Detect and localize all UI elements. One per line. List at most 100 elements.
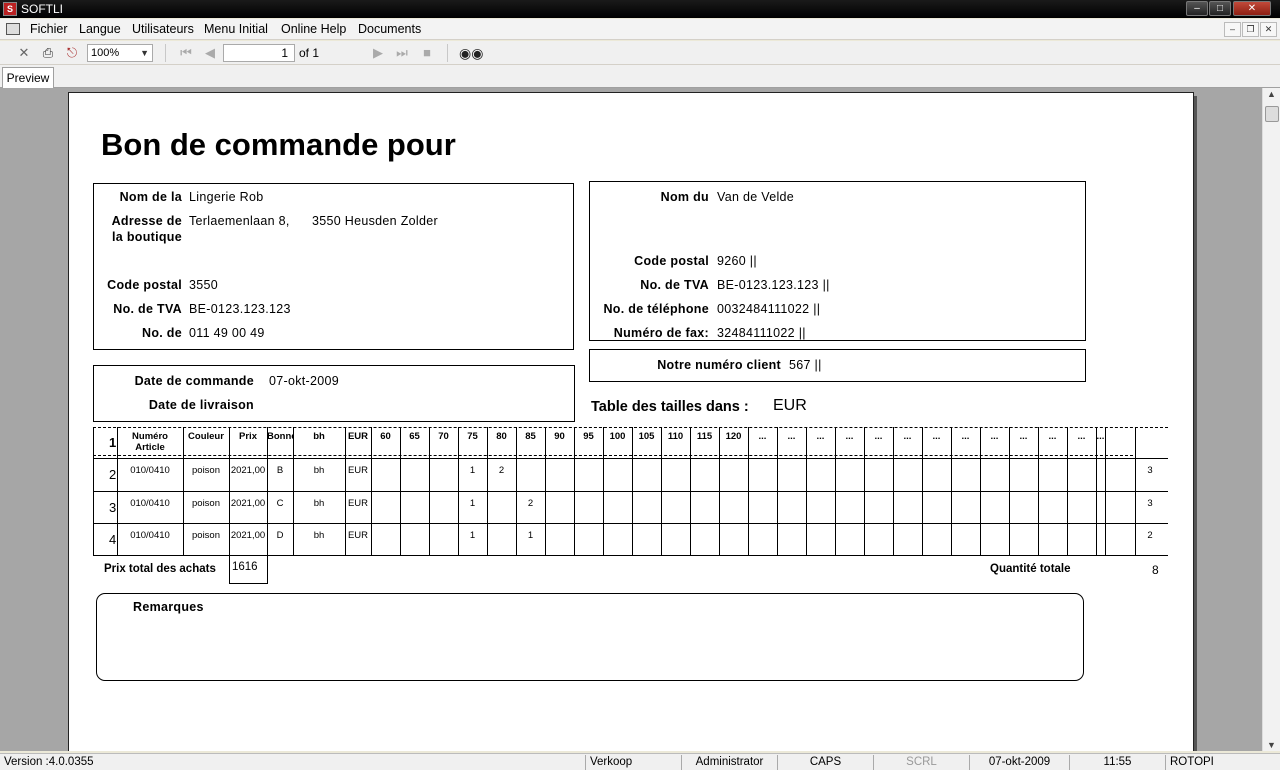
grid-cell: B [276, 465, 284, 476]
menu-utilisateurs[interactable]: Utilisateurs [132, 22, 194, 36]
supplier-vat-value: BE-0123.123.123 || [717, 278, 830, 292]
window-title: SOFTLI [21, 2, 64, 16]
grid-header-cell: Couleur [188, 431, 224, 442]
grid-header-cell: 100 [609, 431, 626, 442]
supplier-fax-label: Numéro de fax: [613, 326, 709, 340]
page-number-input[interactable]: 1 [223, 44, 295, 62]
supplier-fax-value: 32484111022 || [717, 326, 806, 340]
grid-cell: EUR [347, 465, 369, 476]
shop-postal-label: Code postal [107, 278, 182, 292]
client-number-value: 567 || [789, 358, 822, 372]
binoculars-icon[interactable]: ◉◉ [459, 44, 483, 62]
prev-page-icon[interactable]: ◀ [201, 44, 219, 62]
grid-cell: bh [313, 530, 325, 541]
vertical-scrollbar[interactable]: ▲ ▼ [1262, 88, 1280, 751]
grid-col-line [93, 427, 94, 555]
menu-langue[interactable]: Langue [79, 22, 121, 36]
shop-info-box: Nom de la Lingerie Rob Adresse de la bou… [93, 183, 574, 350]
status-time: 11:55 [1069, 755, 1165, 770]
first-page-icon[interactable]: ⏮ [177, 44, 195, 62]
chevron-down-icon: ▼ [140, 48, 149, 58]
grid-row-total: 3 [1147, 465, 1153, 476]
grid-cell: C [276, 498, 284, 509]
grid-cell: bh [313, 465, 325, 476]
grid-header-cell: 105 [638, 431, 655, 442]
scroll-down-icon[interactable]: ▼ [1267, 740, 1276, 750]
grid-size-quantity: 1 [469, 530, 476, 541]
page-count-label: of 1 [299, 46, 320, 60]
status-date: 07-okt-2009 [969, 755, 1069, 770]
supplier-info-box: Nom du Van de Velde Code postal 9260 || … [589, 181, 1086, 341]
grid-cell: 2021,00 [230, 465, 266, 476]
status-scrl: SCRL [873, 755, 969, 770]
document-title: Bon de commande pour [101, 127, 456, 162]
menu-initial[interactable]: Menu Initial [204, 22, 268, 36]
grid-header-cell: 115 [696, 431, 713, 442]
print-icon[interactable]: ⎙ [39, 44, 57, 62]
next-page-icon[interactable]: ▶ [369, 44, 387, 62]
close-icon[interactable]: ✕ [1233, 1, 1271, 16]
version-label: Version :4.0.0355 [4, 756, 94, 768]
grid-cell: poison [192, 498, 220, 509]
grid-header-cell: 70 [438, 431, 449, 442]
order-dates-box: Date de commande 07-okt-2009 Date de liv… [93, 365, 575, 422]
close-icon[interactable]: ✕ [15, 44, 33, 62]
grid-header-cell: ... [874, 431, 883, 442]
shop-phone-label: No. de [142, 326, 182, 340]
grid-row-line [93, 491, 1168, 492]
system-menu-icon[interactable] [6, 23, 20, 35]
supplier-name-value: Van de Velde [717, 190, 795, 204]
tab-preview[interactable]: Preview [2, 67, 54, 89]
zoom-select[interactable]: 100% ▼ [87, 44, 153, 62]
grid-cell: EUR [347, 498, 369, 509]
scroll-up-icon[interactable]: ▲ [1267, 89, 1276, 99]
maximize-icon[interactable]: □ [1209, 1, 1231, 16]
export-icon[interactable]: ⎋ [63, 44, 81, 62]
menu-bar: Fichier Langue Utilisateurs Menu Initial… [0, 19, 1280, 40]
grid-cell: poison [192, 465, 220, 476]
shop-address-label-2: la boutique [112, 230, 182, 244]
mdi-restore-icon[interactable]: ❐ [1242, 22, 1259, 37]
mdi-minimize-icon[interactable]: – [1224, 22, 1241, 37]
scroll-thumb[interactable] [1265, 106, 1279, 122]
menu-online-help[interactable]: Online Help [281, 22, 346, 36]
toolbar-divider [165, 44, 166, 62]
shop-vat-label: No. de TVA [113, 302, 182, 316]
order-grid: 1 Numéro Article Couleur Prix Bonnet bh EUR 60 6… [93, 427, 1168, 556]
shop-phone-value: 011 49 00 49 [189, 326, 265, 340]
last-page-icon[interactable]: ⏭ [393, 44, 411, 62]
status-mode: Verkoop [585, 755, 681, 770]
client-number-box: Notre numéro client 567 || [589, 349, 1086, 382]
grid-header-cell: ... [758, 431, 767, 442]
grid-header-cell: ... [816, 431, 825, 442]
shop-name-label: Nom de la [119, 190, 182, 204]
minimize-icon[interactable]: – [1186, 1, 1208, 16]
grid-header-cell: 65 [409, 431, 420, 442]
grid-header-cell: 80 [496, 431, 507, 442]
title-bar: S SOFTLI – □ ✕ [0, 0, 1280, 18]
menu-fichier[interactable]: Fichier [30, 22, 68, 36]
grid-row-line [93, 523, 1168, 524]
supplier-name-label: Nom du [660, 190, 709, 204]
remarks-label: Remarques [133, 600, 204, 614]
shop-name-value: Lingerie Rob [189, 190, 264, 204]
shop-postal-value: 3550 [189, 278, 219, 292]
grid-cell: D [276, 530, 284, 541]
order-date-label: Date de commande [134, 374, 254, 388]
preview-area: Bon de commande pour Nom de la Lingerie … [0, 88, 1262, 751]
supplier-phone-value: 0032484111022 || [717, 302, 821, 316]
app-logo-icon: S [3, 2, 17, 16]
grid-header-divider [93, 455, 1133, 456]
grid-header-cell: 120 [725, 431, 742, 442]
mdi-close-icon[interactable]: ✕ [1260, 22, 1277, 37]
grid-header-cell: ... [961, 431, 970, 442]
zoom-value: 100% [91, 47, 120, 59]
menu-documents[interactable]: Documents [358, 22, 421, 36]
shop-address-label-1: Adresse de [111, 214, 182, 228]
total-quantity-value: 8 [1152, 563, 1159, 577]
grid-header-cell: ... [787, 431, 796, 442]
grid-header-cell: ... [845, 431, 854, 442]
status-bar: Version :4.0.0355 Verkoop Administrator … [0, 753, 1280, 770]
stop-icon[interactable]: ■ [418, 44, 436, 62]
total-price-label: Prix total des achats [104, 563, 216, 575]
